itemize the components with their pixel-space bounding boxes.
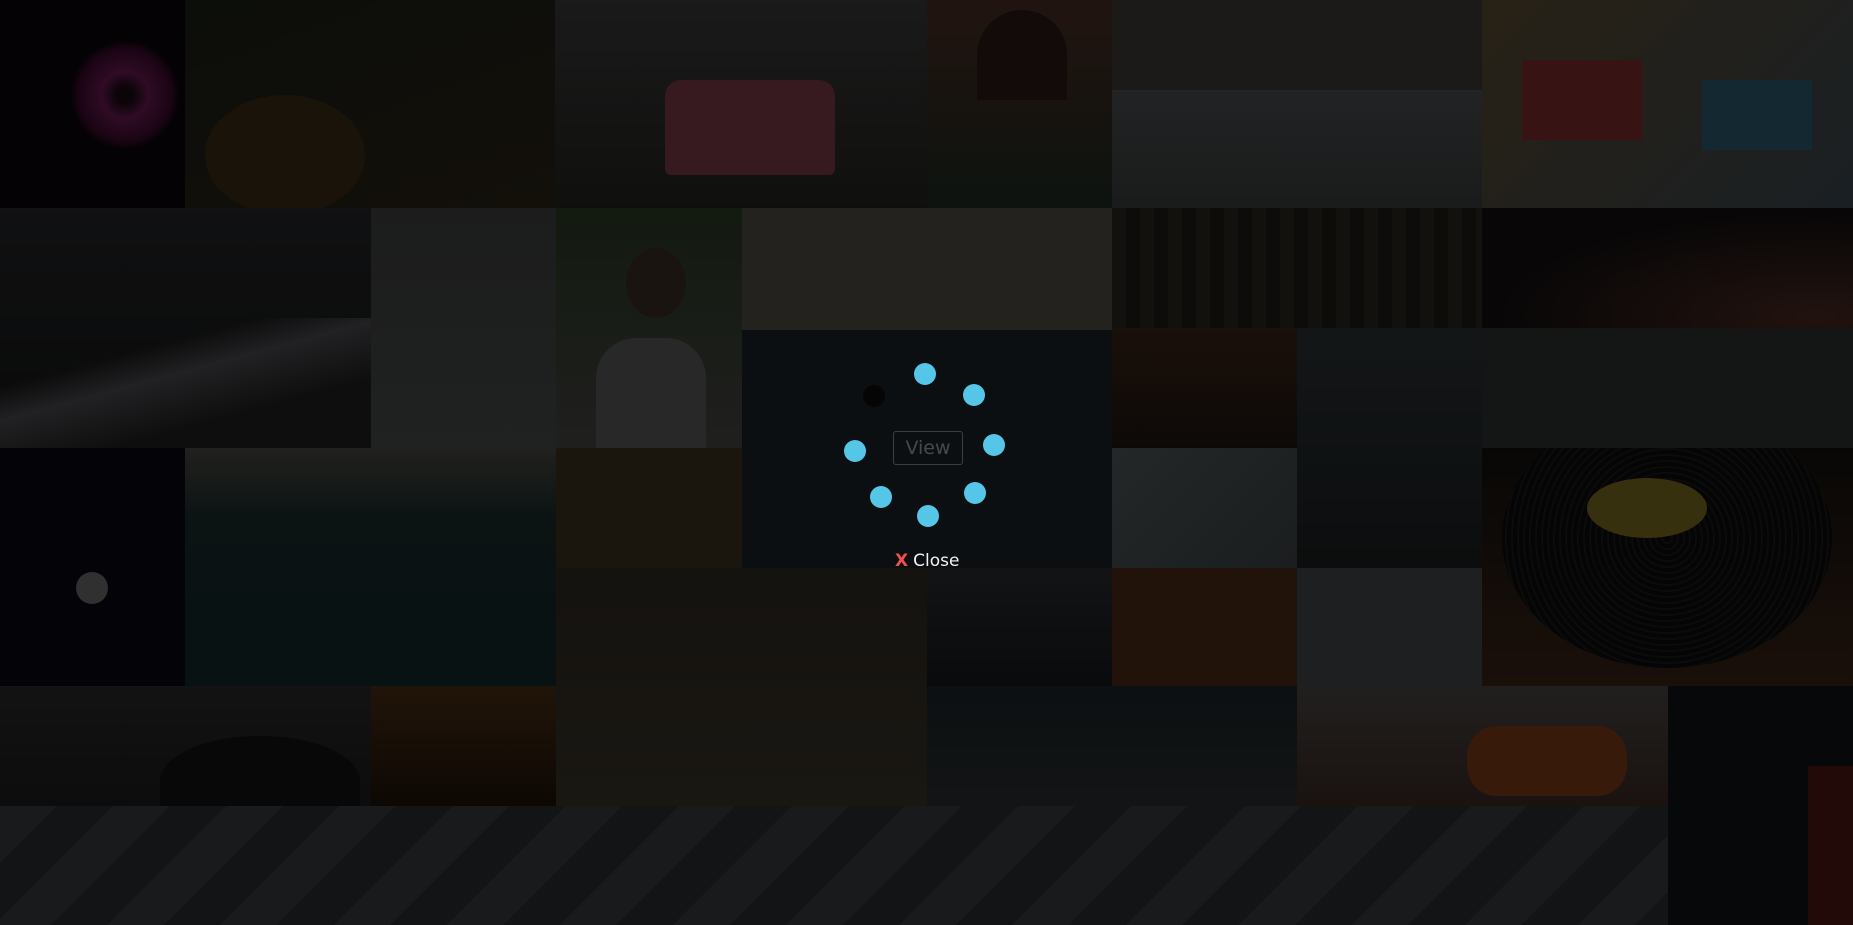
view-button: View bbox=[893, 431, 963, 465]
close-label: Close bbox=[913, 551, 960, 571]
close-button[interactable]: X Close bbox=[895, 551, 959, 571]
close-icon: X bbox=[895, 551, 909, 571]
